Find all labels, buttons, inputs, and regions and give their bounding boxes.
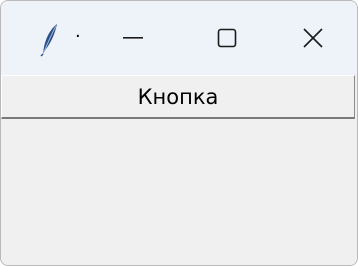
close-button[interactable]: [265, 1, 357, 75]
main-button[interactable]: Кнопка: [1, 75, 355, 119]
minimize-icon: [123, 36, 143, 40]
window-title: ·: [75, 26, 81, 47]
minimize-button[interactable]: [85, 1, 181, 75]
maximize-icon: [217, 28, 237, 48]
title-bar[interactable]: ·: [1, 1, 357, 75]
app-window: · Кнопка: [0, 0, 358, 266]
maximize-button[interactable]: [179, 1, 275, 75]
feather-icon[interactable]: [35, 21, 61, 57]
client-area: [1, 119, 357, 265]
close-icon: [303, 28, 323, 48]
